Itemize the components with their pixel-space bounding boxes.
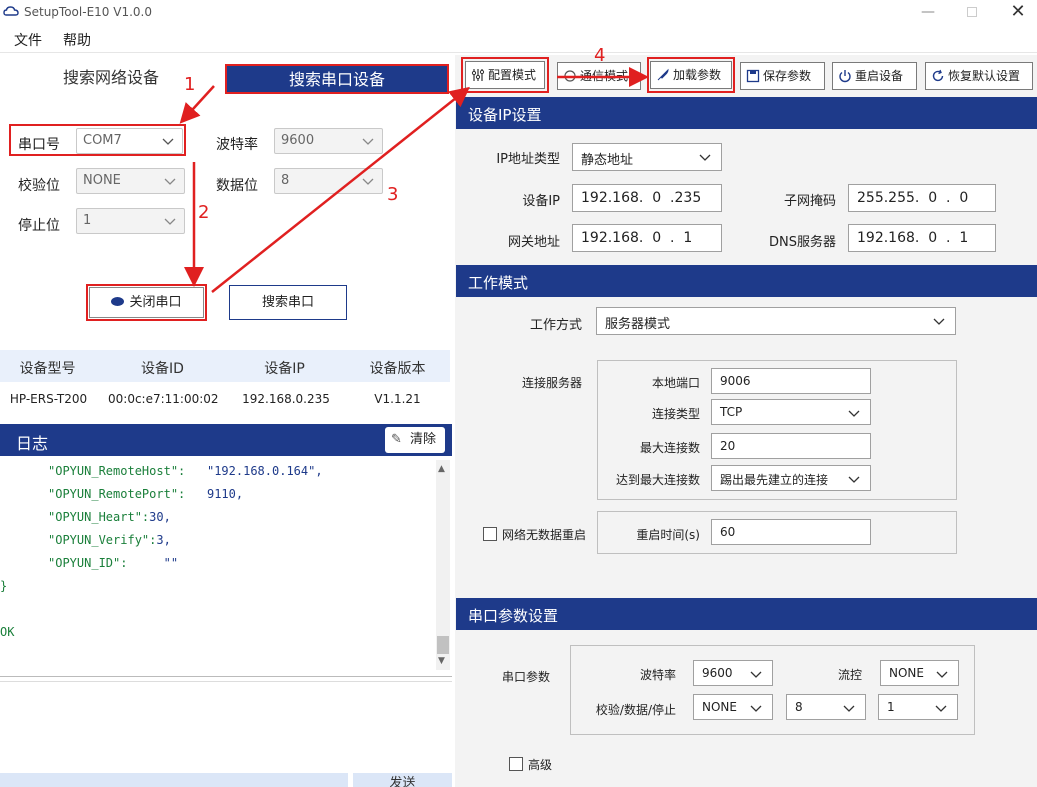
annotation-overlay <box>179 67 649 293</box>
annotation-label-1: 1 <box>184 74 196 95</box>
annotation-label-3: 3 <box>387 184 399 205</box>
annotation-label-2: 2 <box>198 202 210 223</box>
annotation-arrow-3 <box>211 86 470 293</box>
annotation-label-4: 4 <box>594 45 606 66</box>
